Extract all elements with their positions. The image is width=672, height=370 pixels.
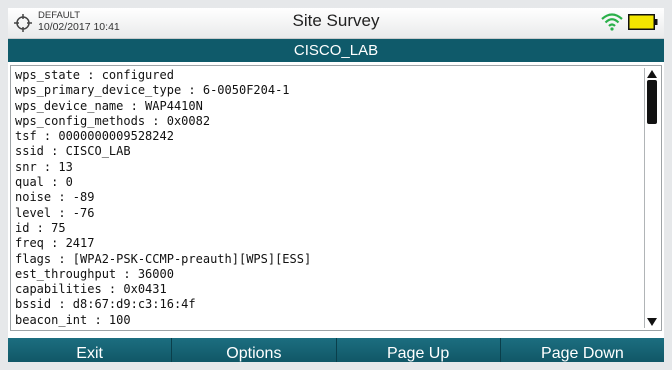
scroll-thumb[interactable] xyxy=(647,80,657,124)
detail-line: est_throughput : 36000 xyxy=(15,266,174,281)
detail-line: qual : 0 xyxy=(15,175,73,190)
detail-line: wps_config_methods : 0x0082 xyxy=(15,113,211,128)
detail-line: tsf : 0000000009528242 xyxy=(15,129,174,144)
exit-button[interactable]: Exit xyxy=(8,338,173,362)
detail-line: wps_primary_device_type : 6-0050F204-1 xyxy=(15,83,290,98)
details-panel: wps_state : configured wps_primary_device… xyxy=(10,65,662,331)
detail-line: level : -76 xyxy=(15,205,95,220)
wifi-icon xyxy=(601,13,623,31)
detail-line: ssid : CISCO_LAB xyxy=(15,144,131,159)
detail-line: snr : 13 xyxy=(15,159,73,174)
detail-line: id : 75 xyxy=(15,220,66,235)
detail-line: beacon_int : 100 xyxy=(15,312,131,327)
softkey-bar: Exit Options Page Up Page Down xyxy=(8,338,664,362)
detail-line: wps_device_name : WAP4410N xyxy=(15,98,203,113)
detail-line: noise : -89 xyxy=(15,190,95,205)
network-header: CISCO_LAB xyxy=(8,39,664,62)
screen-title: Site Survey xyxy=(292,11,380,30)
detail-line: flags : [WPA2-PSK-CCMP-preauth][WPS][ESS… xyxy=(15,251,312,266)
details-list: wps_state : configured wps_primary_device… xyxy=(15,68,635,328)
page-up-button[interactable]: Page Up xyxy=(336,338,501,362)
scroll-up-icon[interactable] xyxy=(646,69,658,79)
options-button[interactable]: Options xyxy=(172,338,337,362)
status-bar: DEFAULT 10/02/2017 10:41 Site Survey xyxy=(8,8,664,39)
scrollbar[interactable] xyxy=(644,68,659,328)
detail-line: capabilities : 0x0431 xyxy=(15,282,167,297)
detail-line: wps_state : configured xyxy=(15,68,174,82)
page-down-button[interactable]: Page Down xyxy=(500,338,664,362)
detail-line: bssid : d8:67:d9:c3:16:4f xyxy=(15,297,196,312)
device-screen: DEFAULT 10/02/2017 10:41 Site Survey CIS… xyxy=(8,8,664,362)
scroll-down-icon[interactable] xyxy=(646,317,658,327)
battery-icon xyxy=(628,14,658,30)
detail-line: freq : 2417 xyxy=(15,236,95,251)
